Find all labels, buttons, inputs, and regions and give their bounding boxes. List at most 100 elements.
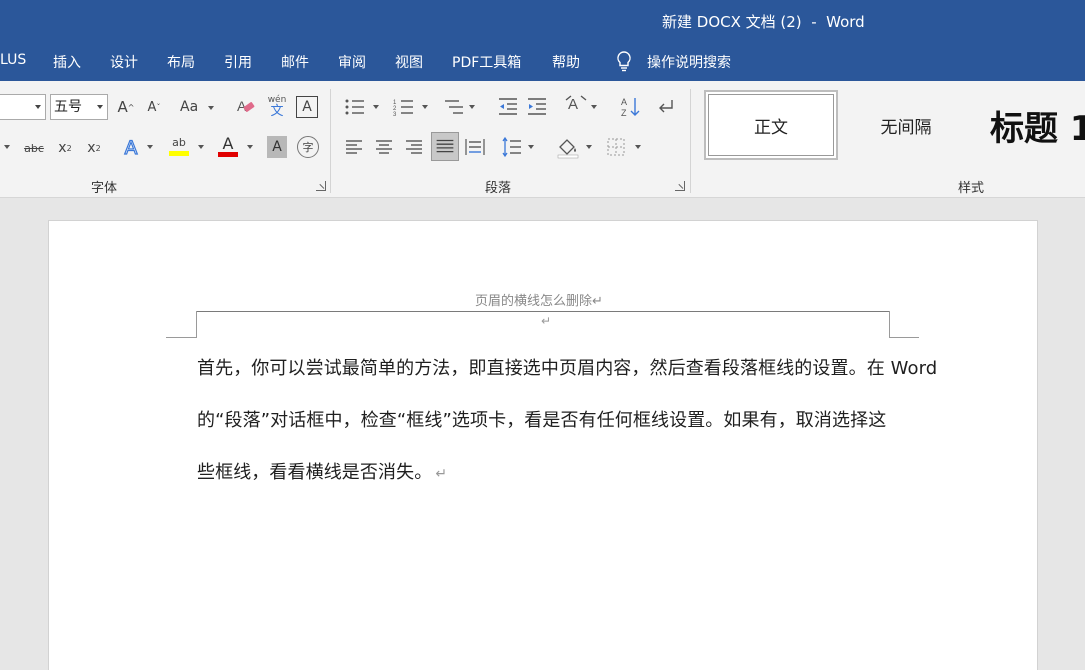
phonetic-guide-icon: 文	[270, 104, 284, 119]
chevron-down-icon[interactable]	[97, 105, 103, 109]
character-border-icon: A	[302, 99, 312, 115]
change-case-button[interactable]: Aa	[180, 95, 218, 119]
decrease-indent-icon[interactable]	[498, 96, 518, 118]
tab-insert[interactable]: 插入	[53, 52, 81, 72]
styles-group-label: 样式	[958, 181, 985, 196]
svg-text:Z: Z	[621, 108, 627, 118]
chevron-down-icon[interactable]	[247, 145, 253, 149]
svg-text:A: A	[621, 97, 627, 107]
tab-layout[interactable]: 布局	[167, 52, 195, 72]
superscript-button[interactable]: x2	[82, 136, 106, 160]
enclose-characters-icon: 字	[302, 141, 314, 154]
chevron-down-icon[interactable]	[373, 105, 379, 109]
tab-review[interactable]: 审阅	[338, 52, 366, 72]
chevron-down-icon[interactable]	[469, 105, 475, 109]
group-divider	[330, 89, 331, 193]
character-shading-button[interactable]: A	[267, 136, 287, 158]
chevron-down-icon[interactable]	[586, 145, 592, 149]
chevron-down-icon[interactable]	[35, 105, 41, 109]
shrink-font-button[interactable]: Aˇ	[143, 95, 165, 119]
style-normal[interactable]: 正文	[704, 90, 838, 160]
header-border-line	[196, 311, 890, 312]
subscript-icon: x	[58, 140, 67, 156]
window-title: 新建 DOCX 文档 (2) - Word	[662, 13, 865, 31]
highlight-color-bar	[169, 151, 189, 156]
tab-mailings[interactable]: 邮件	[281, 52, 309, 72]
body-text-line[interactable]: 的“段落”对话框中，检查“框线”选项卡，看是否有任何框线设置。如果有，取消选择这	[197, 406, 886, 432]
chevron-down-icon[interactable]	[198, 145, 204, 149]
font-size-combo[interactable]: 五号	[50, 94, 108, 120]
document-page[interactable]	[48, 220, 1038, 670]
chevron-down-icon[interactable]	[591, 105, 597, 109]
chevron-down-icon[interactable]	[635, 145, 641, 149]
chevron-down-icon[interactable]	[422, 105, 428, 109]
style-normal-label: 正文	[754, 117, 788, 138]
show-formatting-marks-icon[interactable]	[655, 96, 677, 118]
header-text[interactable]: 页眉的横线怎么删除↵	[475, 290, 603, 309]
align-right-icon[interactable]	[405, 138, 423, 156]
style-no-spacing[interactable]: 无间隔	[845, 92, 967, 158]
subscript-button[interactable]: x2	[53, 136, 77, 160]
strikethrough-button[interactable]: abc	[22, 136, 46, 160]
paragraph-dialog-launcher-icon[interactable]	[675, 181, 685, 191]
justify-icon[interactable]	[431, 132, 459, 161]
paragraph-group-label: 段落	[485, 181, 512, 196]
superscript-digit: 2	[95, 143, 101, 153]
font-color-icon: A	[222, 133, 234, 153]
numbering-icon[interactable]: 1 2 3	[393, 96, 415, 118]
align-left-icon[interactable]	[345, 138, 363, 156]
margin-corner-mark	[196, 311, 197, 338]
paragraph-mark: ↵	[592, 294, 603, 309]
title-bar: 新建 DOCX 文档 (2) - Word	[0, 0, 1085, 40]
increase-indent-icon[interactable]	[527, 96, 547, 118]
tab-design[interactable]: 设计	[110, 52, 138, 72]
font-color-button[interactable]: A	[217, 133, 239, 159]
tab-references[interactable]: 引用	[224, 52, 252, 72]
chevron-down-icon[interactable]	[147, 145, 153, 149]
shrink-font-icon: A	[147, 99, 157, 115]
highlighter-icon: ab	[172, 136, 186, 149]
font-dialog-launcher-icon[interactable]	[316, 181, 326, 191]
strikethrough-icon: abc	[24, 141, 44, 155]
chevron-down-icon[interactable]	[528, 145, 534, 149]
body-text-line[interactable]: 些框线，看看横线是否消失。 ↵	[197, 458, 447, 484]
chinese-layout-icon[interactable]: A	[565, 94, 587, 118]
bullets-icon[interactable]	[344, 96, 366, 118]
borders-icon[interactable]	[606, 137, 626, 157]
chevron-down-icon	[208, 106, 214, 110]
text-effects-button[interactable]: A	[120, 135, 142, 161]
character-border-button[interactable]: A	[296, 96, 318, 118]
sort-icon[interactable]: A Z	[620, 95, 642, 119]
font-group-label: 字体	[91, 181, 118, 196]
character-shading-icon: A	[272, 139, 282, 155]
body-text-line-content: 些框线，看看横线是否消失。	[197, 462, 433, 483]
phonetic-guide-button[interactable]: wén 文	[266, 92, 288, 120]
align-center-icon[interactable]	[375, 138, 393, 156]
tab-help[interactable]: 帮助	[552, 52, 580, 72]
tab-pdf-tools[interactable]: PDF工具箱	[452, 52, 521, 72]
style-heading-1[interactable]: 标题 1	[984, 92, 1085, 158]
lightbulb-icon	[617, 51, 631, 72]
grow-font-button[interactable]: A ^	[115, 95, 137, 119]
shading-icon[interactable]	[556, 135, 580, 159]
margin-corner-mark	[889, 337, 919, 338]
tab-plus[interactable]: LUS	[0, 52, 26, 68]
highlight-color-button[interactable]: ab	[168, 133, 190, 159]
header-text-content: 页眉的横线怎么删除	[475, 294, 593, 309]
clear-formatting-button[interactable]: A	[235, 96, 257, 118]
ribbon: 五号 A^ Aˇ Aa A wén 文 A abc x2 x2 A ab A	[0, 81, 1085, 198]
ribbon-tabs: LUS 插入 设计 布局 引用 邮件 审阅 视图 PDF工具箱 帮助 操作说明搜…	[0, 40, 1085, 81]
font-size-value: 五号	[54, 99, 82, 115]
font-name-combo[interactable]	[0, 94, 46, 120]
line-spacing-icon[interactable]	[502, 136, 522, 158]
tell-me-search[interactable]: 操作说明搜索	[647, 52, 731, 72]
chevron-down-icon[interactable]	[4, 145, 10, 149]
tab-view[interactable]: 视图	[395, 52, 423, 72]
distributed-icon[interactable]	[465, 137, 485, 157]
body-text-line[interactable]: 首先，你可以尝试最简单的方法，即直接选中页眉内容，然后查看段落框线的设置。在 W…	[197, 354, 937, 380]
margin-corner-mark	[889, 311, 890, 338]
svg-text:A: A	[568, 96, 578, 113]
enclose-characters-button[interactable]: 字	[297, 136, 319, 158]
paragraph-mark: ↵	[541, 314, 552, 328]
multilevel-list-icon[interactable]	[443, 96, 465, 118]
